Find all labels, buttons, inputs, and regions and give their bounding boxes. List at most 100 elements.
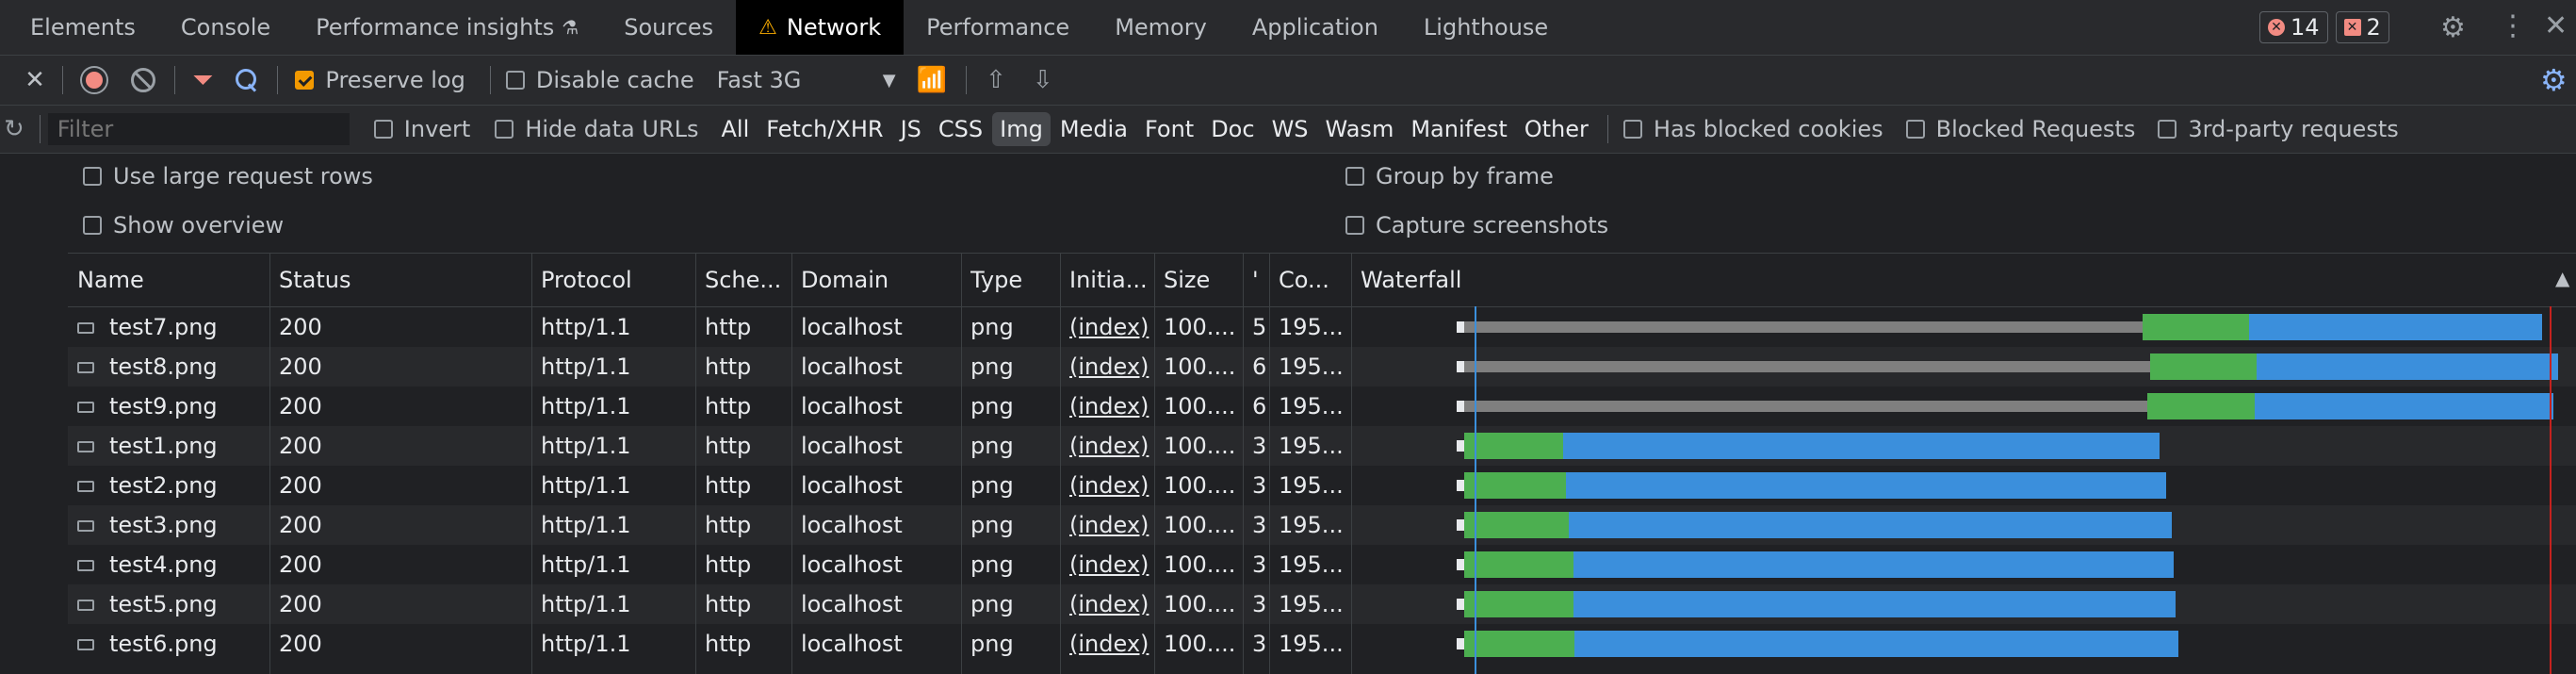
column-header-initiator[interactable]: Initia... [1069,267,1150,293]
column-divider[interactable] [791,254,792,674]
type-filter-media[interactable]: Media [1052,112,1135,146]
network-toolbar: ✕ ⏷ Preserve log Disable cache Fast 3G ▼… [0,56,2576,106]
column-divider[interactable] [1154,254,1155,674]
preserve-log-checkbox[interactable]: Preserve log [295,67,465,93]
tab-network[interactable]: ⚠ Network [736,0,905,55]
tab-lighthouse[interactable]: Lighthouse [1401,0,1571,55]
tab-performance[interactable]: Performance [904,0,1092,55]
table-row[interactable]: test2.png 200 http/1.1 http localhost png (ind… [68,466,2576,505]
type-filter-all[interactable]: All [714,112,758,146]
table-row[interactable]: test7.png 200 http/1.1 http localhost png (ind… [68,307,2576,347]
column-header-domain[interactable]: Domain [801,267,957,293]
column-header-waterfall[interactable]: Waterfall [1361,267,2572,293]
throttling-select[interactable]: Fast 3G ▼ [717,67,896,93]
record-button[interactable] [80,66,108,94]
hide-data-urls-checkbox[interactable]: Hide data URLs [495,116,699,142]
type-filter-other[interactable]: Other [1517,112,1596,146]
sort-ascending-icon[interactable]: ▲ [2555,267,2569,289]
search-icon[interactable] [234,67,260,93]
filter-input[interactable] [47,113,350,145]
column-header-content[interactable]: Co... [1279,267,1347,293]
column-header-status[interactable]: Status [279,267,528,293]
type-filter-doc[interactable]: Doc [1203,112,1262,146]
column-header-scheme[interactable]: Sche... [705,267,788,293]
table-row[interactable]: test1.png 200 http/1.1 http localhost png (ind… [68,426,2576,466]
cell-protocol: http/1.1 [541,433,631,459]
cell-initiator[interactable]: (index) [1069,512,1150,538]
reload-icon[interactable]: ↻ [4,115,24,143]
third-party-requests-checkbox[interactable]: 3rd-party requests [2158,116,2399,142]
tab-elements[interactable]: Elements [8,0,158,55]
column-header-time[interactable]: ' [1252,267,1265,293]
waterfall-download-bar [1563,433,2160,459]
cell-initiator[interactable]: (index) [1069,631,1150,657]
tab-console[interactable]: Console [158,0,293,55]
waterfall-queue-marker [1457,599,1464,610]
cell-status: 200 [279,512,322,538]
table-row[interactable]: test4.png 200 http/1.1 http localhost png (ind… [68,545,2576,584]
cell-initiator[interactable]: (index) [1069,393,1150,419]
column-header-name[interactable]: Name [77,267,266,293]
cell-protocol: http/1.1 [541,393,631,419]
cell-status: 200 [279,631,322,657]
table-row[interactable]: test6.png 200 http/1.1 http localhost png (ind… [68,624,2576,664]
tab-memory[interactable]: Memory [1092,0,1230,55]
table-row[interactable]: test3.png 200 http/1.1 http localhost png (ind… [68,505,2576,545]
column-divider[interactable] [1269,254,1270,674]
capture-screenshots-checkbox[interactable]: Capture screenshots [1345,212,1608,238]
tab-performance-insights[interactable]: Performance insights ⚗ [293,0,601,55]
clear-icon[interactable] [131,68,155,92]
type-filter-js[interactable]: JS [893,112,929,146]
filter-funnel-icon[interactable]: ⏷ [192,64,213,96]
column-divider[interactable] [1243,254,1244,674]
column-divider[interactable] [531,254,532,674]
large-request-rows-checkbox[interactable]: Use large request rows [83,163,373,189]
errors-counter[interactable]: ✕ 14 [2259,11,2328,43]
column-divider[interactable] [961,254,962,674]
cell-initiator[interactable]: (index) [1069,472,1150,499]
type-filter-wasm[interactable]: Wasm [1318,112,1402,146]
more-options-icon[interactable]: ⋮ [2499,9,2527,42]
cell-size: 100.... [1164,472,1236,499]
cell-initiator[interactable]: (index) [1069,314,1150,340]
type-filter-font[interactable]: Font [1137,112,1201,146]
cell-initiator[interactable]: (index) [1069,353,1150,380]
type-filter-manifest[interactable]: Manifest [1403,112,1514,146]
column-divider[interactable] [1351,254,1352,674]
disable-cache-checkbox[interactable]: Disable cache [505,67,694,93]
has-blocked-cookies-checkbox[interactable]: Has blocked cookies [1622,116,1883,142]
blocked-requests-checkbox[interactable]: Blocked Requests [1905,116,2135,142]
column-divider[interactable] [1060,254,1061,674]
network-settings-icon[interactable]: ⚙ [2540,62,2568,98]
cell-initiator[interactable]: (index) [1069,551,1150,578]
export-har-icon[interactable]: ⇩ [1033,66,1053,94]
column-header-type[interactable]: Type [970,267,1056,293]
tab-sources[interactable]: Sources [601,0,736,55]
issues-counter[interactable]: ✕ 2 [2335,11,2389,43]
column-header-protocol[interactable]: Protocol [541,267,692,293]
table-row[interactable]: test9.png 200 http/1.1 http localhost png (ind… [68,386,2576,426]
column-divider[interactable] [269,254,270,674]
type-filter-ws[interactable]: WS [1264,112,1316,146]
cell-domain: localhost [801,472,903,499]
table-row[interactable]: test5.png 200 http/1.1 http localhost png (ind… [68,584,2576,624]
image-file-icon [77,639,94,650]
close-drawer-icon[interactable]: ✕ [21,66,49,94]
column-divider[interactable] [695,254,696,674]
type-filter-css[interactable]: CSS [931,112,990,146]
group-by-frame-checkbox[interactable]: Group by frame [1345,163,1554,189]
cell-initiator[interactable]: (index) [1069,591,1150,617]
show-overview-checkbox[interactable]: Show overview [83,212,284,238]
close-devtools-icon[interactable]: ✕ [2544,9,2568,42]
type-filter-img[interactable]: Img [992,112,1051,146]
import-har-icon[interactable]: ⇧ [986,66,1006,94]
tab-application[interactable]: Application [1230,0,1401,55]
type-filter-fetch-xhr[interactable]: Fetch/XHR [758,112,890,146]
column-header-size[interactable]: Size [1164,267,1239,293]
table-row[interactable]: test8.png 200 http/1.1 http localhost png (ind… [68,347,2576,386]
network-conditions-icon[interactable]: 📶 [917,66,947,94]
cell-time: 3. [1252,591,1265,617]
gear-icon[interactable]: ⚙ [2440,11,2466,44]
invert-checkbox[interactable]: Invert [373,116,470,142]
cell-initiator[interactable]: (index) [1069,433,1150,459]
